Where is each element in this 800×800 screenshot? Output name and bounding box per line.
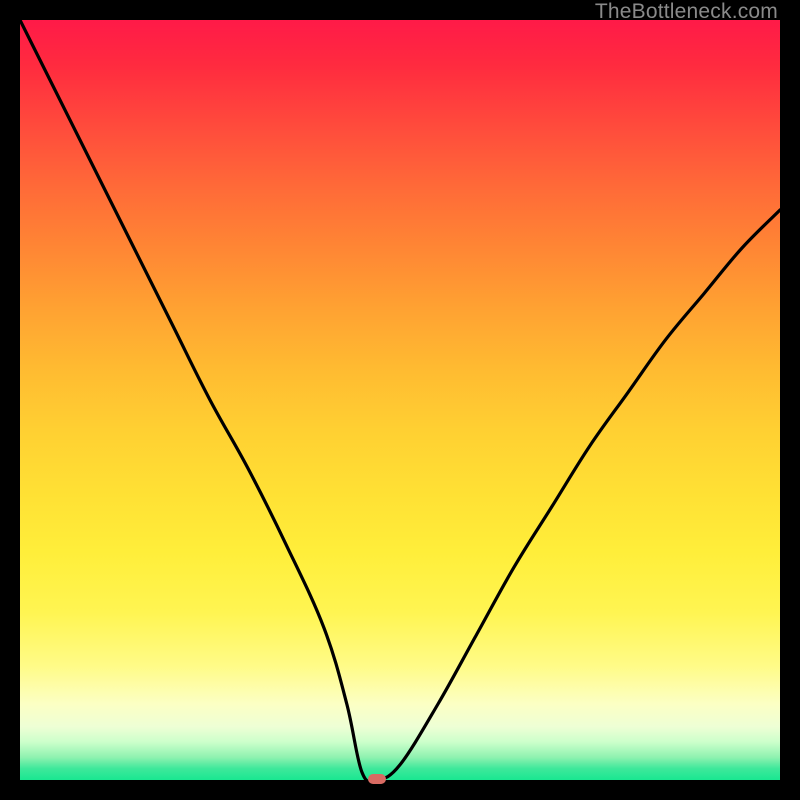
plot-area [20, 20, 780, 780]
bottleneck-curve [20, 20, 780, 780]
watermark-text: TheBottleneck.com [595, 0, 778, 24]
chart-frame: TheBottleneck.com [0, 0, 800, 800]
optimal-point-marker [368, 774, 386, 784]
